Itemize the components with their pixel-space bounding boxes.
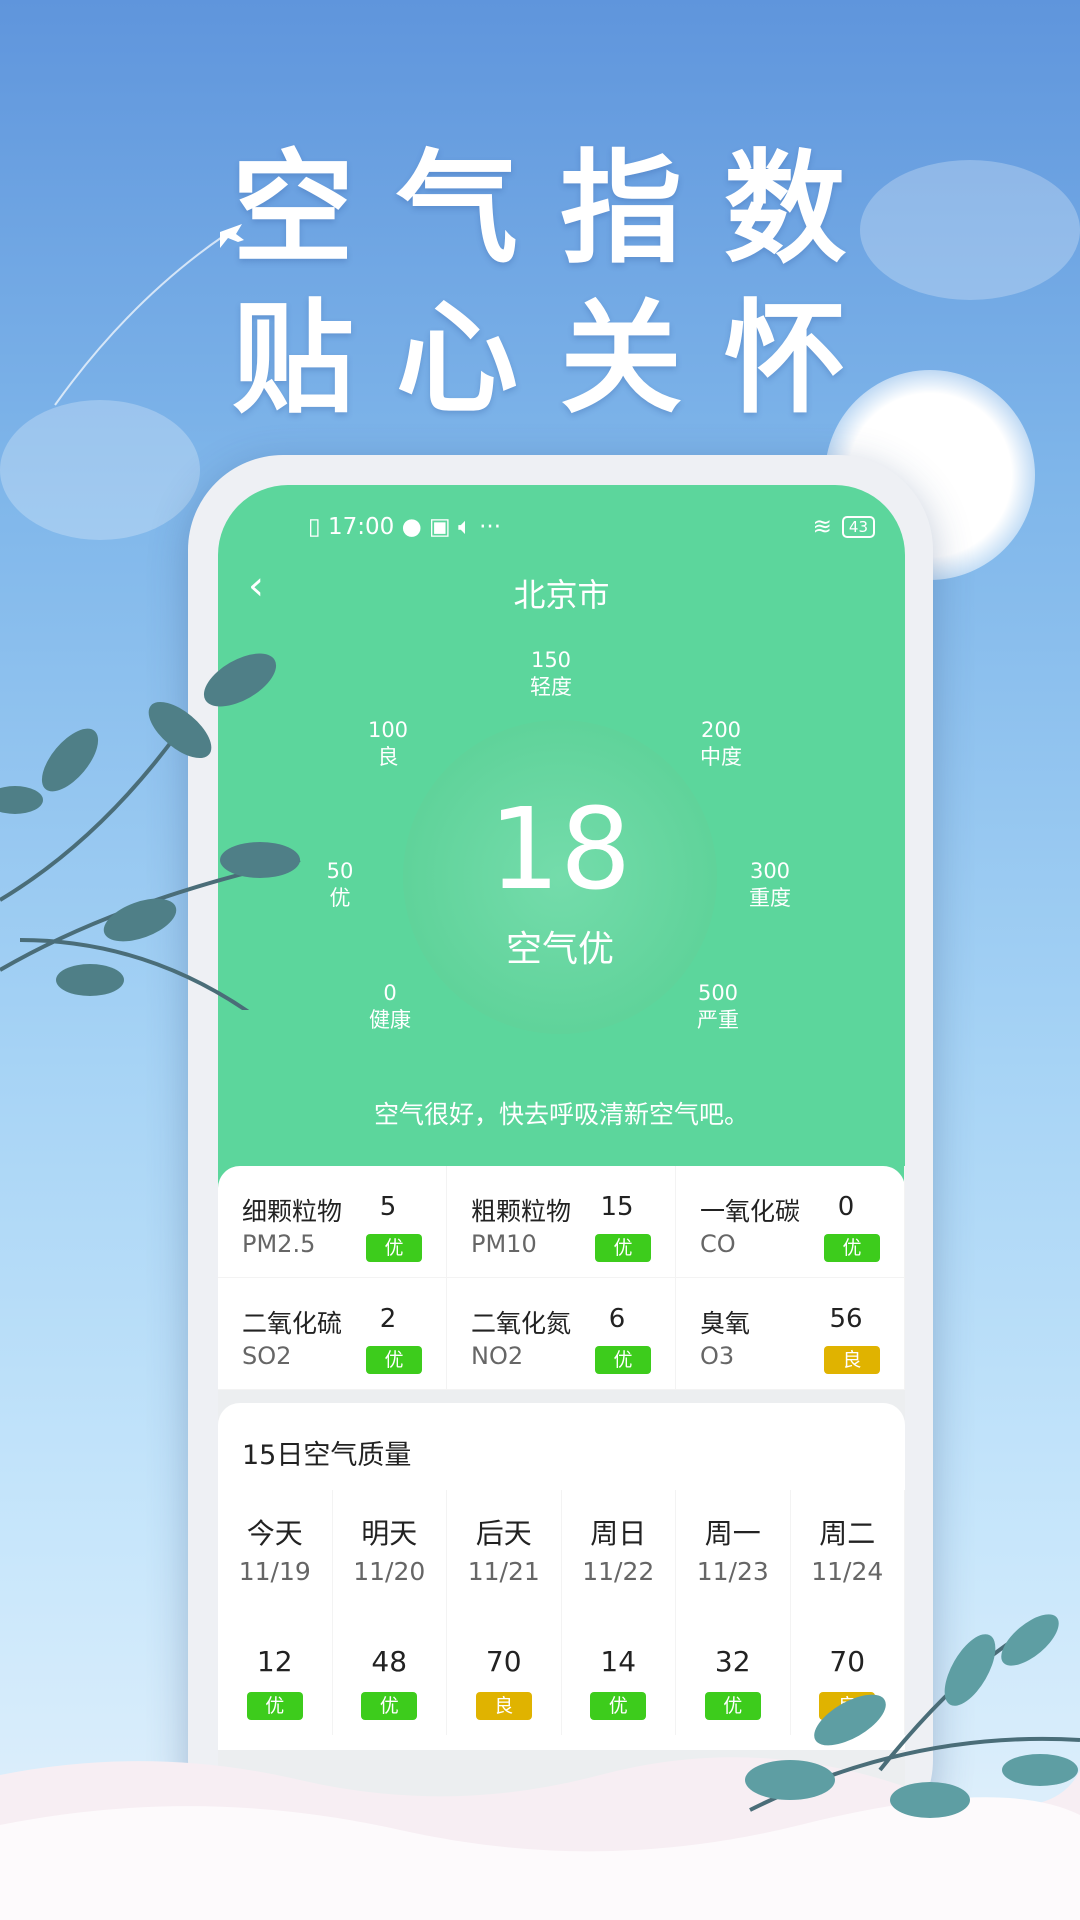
level-badge: 优 <box>361 1692 418 1720</box>
level-badge: 优 <box>824 1234 880 1262</box>
pollutant-item: 臭氧 O3 56 良 <box>676 1278 905 1390</box>
aqi-gauge: 18 空气优 <box>403 720 717 1034</box>
aqi-value: 18 <box>488 785 632 915</box>
forecast-day-label: 今天 <box>246 1517 303 1550</box>
forecast-day-label: 周一 <box>704 1517 761 1550</box>
forecast-date: 11/20 <box>353 1557 426 1586</box>
gauge-tick: 100 良 <box>367 718 409 769</box>
pollutant-name: 二氧化硫 <box>242 1309 343 1338</box>
leaf-branch-decoration <box>0 653 301 1010</box>
forecast-title: 15日空气质量 <box>242 1440 412 1471</box>
pollutant-item: 粗颗粒物 PM10 15 优 <box>447 1166 676 1278</box>
forecast-day-label: 后天 <box>475 1517 532 1550</box>
level-badge: 优 <box>595 1234 651 1262</box>
pollutant-value: 15 <box>600 1192 634 1222</box>
forecast-aqi: 70 <box>485 1645 522 1678</box>
forecast-day[interactable]: 明天 11/20 48 优 <box>333 1490 447 1735</box>
pollutant-code: O3 <box>700 1342 735 1370</box>
forecast-day-label: 明天 <box>361 1517 418 1550</box>
gauge-tick: 200 中度 <box>700 718 742 769</box>
level-badge: 优 <box>590 1692 647 1720</box>
pollutant-name: 臭氧 <box>700 1309 751 1338</box>
forecast-day[interactable]: 今天 11/19 12 优 <box>218 1490 333 1735</box>
aqi-panel: ▯ 17:00 ● ▣ 🔈︎ ··· ≋ 43 ‹ 北京市 18 空气优 0 健康 … <box>218 485 905 1205</box>
forecast-date: 11/19 <box>238 1557 311 1586</box>
pollutant-code: PM10 <box>471 1230 537 1258</box>
forecast-aqi: 14 <box>600 1645 637 1678</box>
pollutant-code: NO2 <box>471 1342 524 1370</box>
gauge-tick: 300 重度 <box>749 859 791 910</box>
level-badge: 良 <box>824 1346 880 1374</box>
pollutant-value: 5 <box>379 1192 397 1222</box>
forecast-aqi: 12 <box>256 1645 293 1678</box>
level-badge: 优 <box>366 1346 422 1374</box>
notification-icons: ● ▣ 🔈︎ <box>394 514 480 540</box>
pollutant-item: 细颗粒物 PM2.5 5 优 <box>218 1166 447 1278</box>
pollutant-name: 细颗粒物 <box>242 1197 343 1226</box>
pollutant-name: 二氧化氮 <box>471 1309 572 1338</box>
forecast-date: 11/23 <box>696 1557 769 1586</box>
pollutant-value: 56 <box>829 1304 863 1334</box>
forecast-day[interactable]: 后天 11/21 70 良 <box>447 1490 562 1735</box>
air-message: 空气很好，快去呼吸清新空气吧。 <box>373 1100 749 1129</box>
pollutant-code: PM2.5 <box>242 1230 316 1258</box>
pollutant-code: CO <box>700 1230 736 1258</box>
pollutant-value: 6 <box>608 1304 626 1334</box>
pollutant-value: 0 <box>837 1192 855 1222</box>
gauge-tick: 50 优 <box>326 859 354 910</box>
status-time: 17:00 <box>327 514 395 540</box>
pollutant-item: 二氧化硫 SO2 2 优 <box>218 1278 447 1390</box>
level-badge: 优 <box>366 1234 422 1262</box>
gauge-tick: 0 健康 <box>369 981 411 1032</box>
status-bar: ▯ 17:00 ● ▣ 🔈︎ ··· ≋ 43 <box>308 507 875 547</box>
pollutant-item: 二氧化氮 NO2 6 优 <box>447 1278 676 1390</box>
forecast-date: 11/22 <box>582 1557 655 1586</box>
level-badge: 优 <box>595 1346 651 1374</box>
pollutant-code: SO2 <box>242 1342 292 1370</box>
level-badge: 优 <box>246 1692 303 1720</box>
forecast-aqi: 48 <box>371 1645 408 1678</box>
wifi-icon: ≋ <box>812 514 832 540</box>
promo-line-2: 贴心关怀 <box>232 288 888 430</box>
gauge-tick: 500 严重 <box>697 981 739 1032</box>
forecast-day[interactable]: 周日 11/22 14 优 <box>562 1490 676 1735</box>
more-dots: ··· <box>479 514 502 540</box>
level-badge: 良 <box>475 1692 532 1720</box>
forecast-date: 11/21 <box>467 1557 540 1586</box>
aqi-label: 空气优 <box>505 929 614 970</box>
forecast-date: 11/24 <box>811 1557 884 1586</box>
forecast-day-label: 周二 <box>819 1517 876 1550</box>
pollutant-item: 一氧化碳 CO 0 优 <box>676 1166 905 1278</box>
pollutant-grid: 细颗粒物 PM2.5 5 优 粗颗粒物 PM10 15 优 一氧化碳 CO 0 … <box>218 1166 905 1390</box>
leaf-branch-decoration <box>745 1614 1080 1818</box>
sim-icon: ▯ <box>308 514 328 540</box>
pollutant-value: 2 <box>379 1304 397 1334</box>
forecast-day-label: 周日 <box>590 1517 647 1550</box>
battery-icon: 43 <box>841 516 875 538</box>
page-title: 北京市 <box>513 576 610 614</box>
gauge-tick: 150 轻度 <box>530 648 572 699</box>
pollutant-name: 粗颗粒物 <box>471 1197 572 1226</box>
pollutant-name: 一氧化碳 <box>700 1197 801 1226</box>
